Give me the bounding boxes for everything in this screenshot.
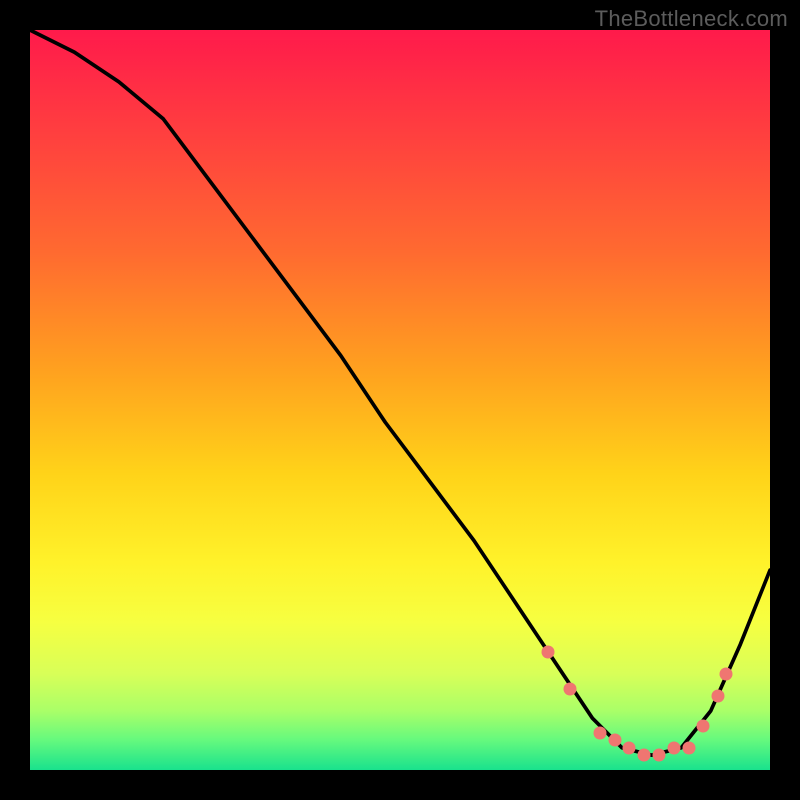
sweet-spot-dot — [697, 719, 710, 732]
sweet-spot-dot — [653, 749, 666, 762]
sweet-spot-dot — [667, 741, 680, 754]
sweet-spot-dot — [682, 741, 695, 754]
sweet-spot-dot — [542, 645, 555, 658]
sweet-spot-dot — [608, 734, 621, 747]
sweet-spot-dot — [712, 690, 725, 703]
plot-area — [30, 30, 770, 770]
bottleneck-curve — [30, 30, 770, 770]
sweet-spot-dot — [623, 741, 636, 754]
sweet-spot-dot — [638, 749, 651, 762]
sweet-spot-dot — [593, 727, 606, 740]
watermark-text: TheBottleneck.com — [595, 6, 788, 32]
sweet-spot-dot — [719, 667, 732, 680]
sweet-spot-dot — [564, 682, 577, 695]
chart-stage: TheBottleneck.com — [0, 0, 800, 800]
